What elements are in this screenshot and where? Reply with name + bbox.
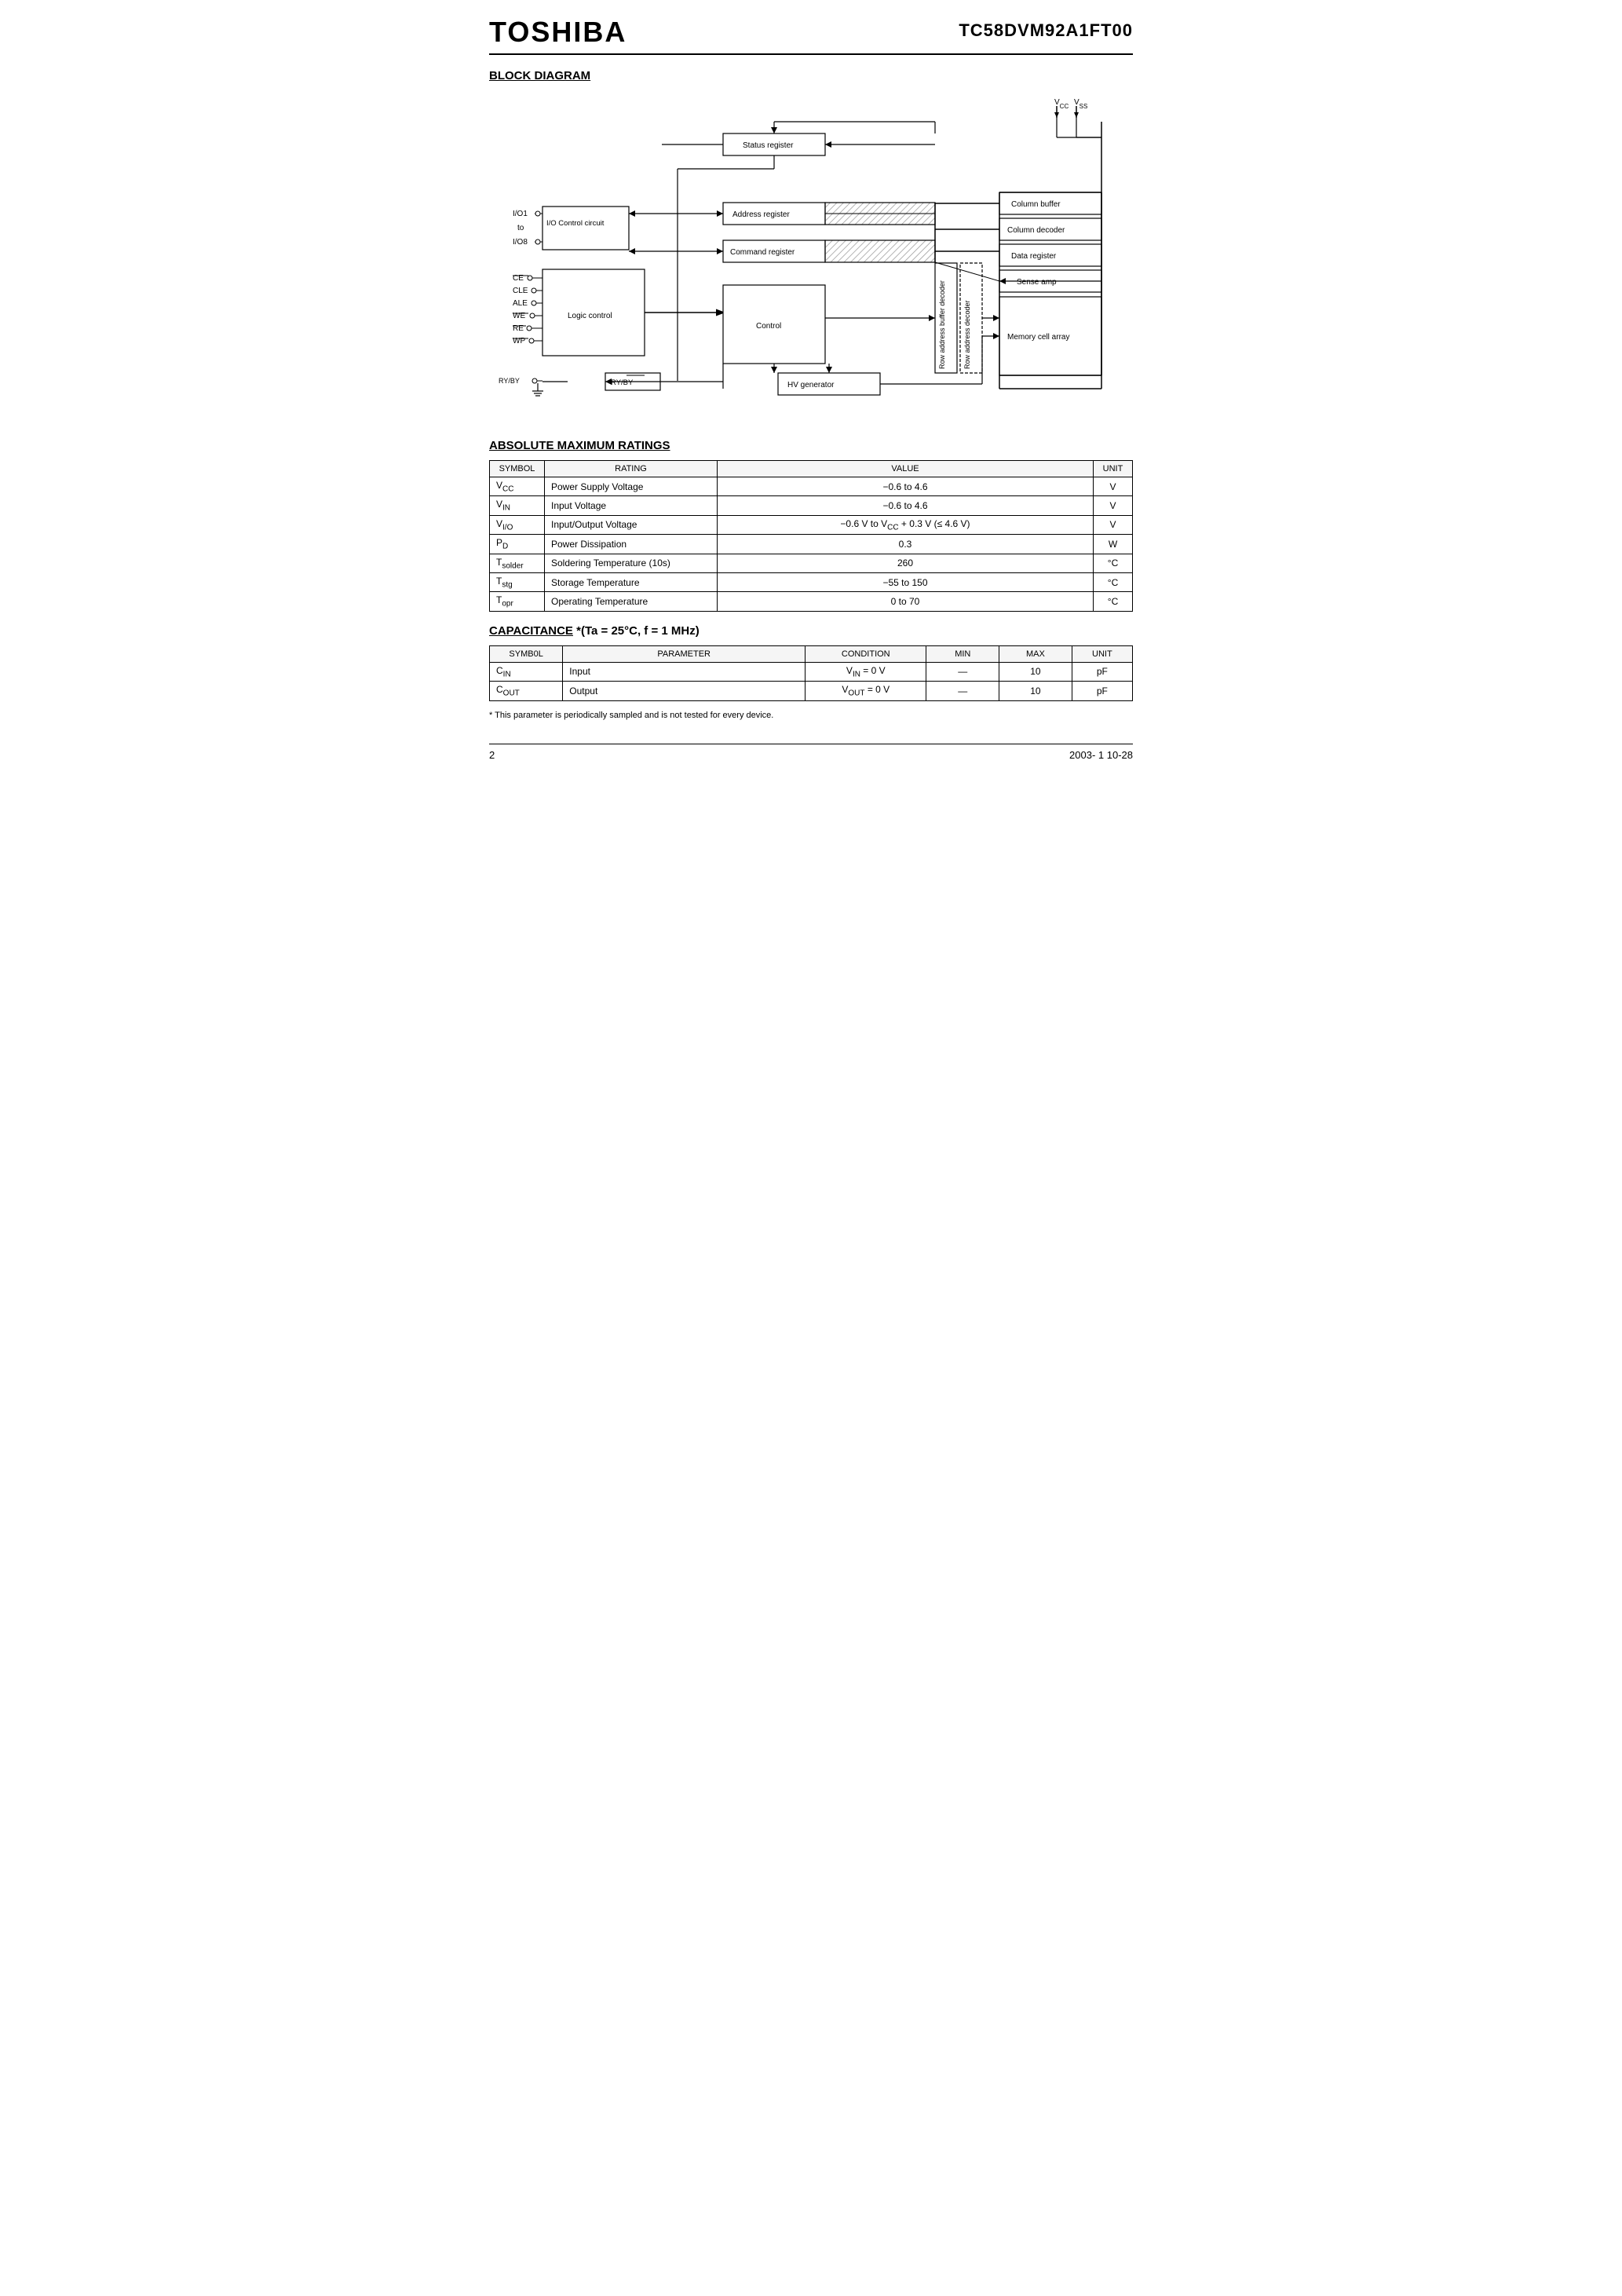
unit-vcc: V bbox=[1094, 477, 1133, 496]
cap-min-cin: — bbox=[926, 662, 999, 681]
table-row: VCC Power Supply Voltage −0.6 to 4.6 V bbox=[490, 477, 1133, 496]
rating-topr: Operating Temperature bbox=[545, 592, 718, 611]
svg-text:to: to bbox=[517, 224, 524, 232]
cap-unit-cout: pF bbox=[1072, 682, 1132, 700]
svg-text:Data register: Data register bbox=[1011, 252, 1057, 261]
rating-tsolder: Soldering Temperature (10s) bbox=[545, 554, 718, 572]
unit-tsolder: °C bbox=[1094, 554, 1133, 572]
company-logo: TOSHIBA bbox=[489, 16, 627, 49]
value-vio: −0.6 V to VCC + 0.3 V (≤ 4.6 V) bbox=[718, 515, 1094, 534]
table-row: Tsolder Soldering Temperature (10s) 260 … bbox=[490, 554, 1133, 572]
svg-text:Row address decoder: Row address decoder bbox=[963, 300, 971, 369]
col-unit: UNIT bbox=[1094, 461, 1133, 477]
svg-text:Memory cell array: Memory cell array bbox=[1007, 333, 1069, 342]
part-number: TC58DVM92A1FT00 bbox=[959, 16, 1133, 41]
svg-text:I/O1: I/O1 bbox=[513, 210, 528, 218]
unit-vin: V bbox=[1094, 496, 1133, 515]
svg-text:HV generator: HV generator bbox=[787, 381, 835, 389]
table-row: COUT Output VOUT = 0 V — 10 pF bbox=[490, 682, 1133, 700]
unit-pd: W bbox=[1094, 535, 1133, 554]
cap-max-cout: 10 bbox=[999, 682, 1072, 700]
svg-text:Control: Control bbox=[756, 322, 781, 331]
value-tsolder: 260 bbox=[718, 554, 1094, 572]
cap-condition: *(Ta = 25°C, f = 1 MHz) bbox=[576, 624, 700, 638]
cap-cond-cin: VIN = 0 V bbox=[806, 662, 926, 681]
cap-col-parameter: PARAMETER bbox=[563, 645, 806, 662]
svg-text:Column decoder: Column decoder bbox=[1007, 226, 1065, 235]
diagram-svg: VCC VSS I/O1 to I/O8 I/O Control circuit… bbox=[489, 90, 1133, 420]
cap-col-unit: UNIT bbox=[1072, 645, 1132, 662]
table-row: CIN Input VIN = 0 V — 10 pF bbox=[490, 662, 1133, 681]
col-rating: RATING bbox=[545, 461, 718, 477]
unit-vio: V bbox=[1094, 515, 1133, 534]
cap-col-min: MIN bbox=[926, 645, 999, 662]
table-row: Topr Operating Temperature 0 to 70 °C bbox=[490, 592, 1133, 611]
cap-title: CAPACITANCE *(Ta = 25°C, f = 1 MHz) bbox=[489, 624, 1133, 638]
symbol-vio: VI/O bbox=[490, 515, 545, 534]
footer-page-number: 2 bbox=[489, 749, 495, 761]
cap-col-condition: CONDITION bbox=[806, 645, 926, 662]
symbol-vcc: VCC bbox=[490, 477, 545, 496]
svg-text:ALE: ALE bbox=[513, 299, 528, 308]
col-symbol: SYMBOL bbox=[490, 461, 545, 477]
table-row: VIN Input Voltage −0.6 to 4.6 V bbox=[490, 496, 1133, 515]
svg-text:Row address buffer decoder: Row address buffer decoder bbox=[938, 280, 946, 369]
footer-date: 2003- 1 10-28 bbox=[1069, 749, 1133, 761]
symbol-vin: VIN bbox=[490, 496, 545, 515]
value-pd: 0.3 bbox=[718, 535, 1094, 554]
svg-text:CLE: CLE bbox=[513, 287, 528, 295]
cap-symbol-cout: COUT bbox=[490, 682, 563, 700]
table-row: VI/O Input/Output Voltage −0.6 V to VCC … bbox=[490, 515, 1133, 534]
value-vin: −0.6 to 4.6 bbox=[718, 496, 1094, 515]
symbol-tstg: Tstg bbox=[490, 572, 545, 591]
table-row: Tstg Storage Temperature −55 to 150 °C bbox=[490, 572, 1133, 591]
abs-max-table: SYMBOL RATING VALUE UNIT VCC Power Suppl… bbox=[489, 460, 1133, 612]
svg-text:Sense amp: Sense amp bbox=[1017, 278, 1057, 287]
rating-vin: Input Voltage bbox=[545, 496, 718, 515]
page-footer: 2 2003- 1 10-28 bbox=[489, 744, 1133, 761]
svg-text:Address register: Address register bbox=[732, 210, 790, 219]
value-vcc: −0.6 to 4.6 bbox=[718, 477, 1094, 496]
cap-param-cin: Input bbox=[563, 662, 806, 681]
svg-text:Status register: Status register bbox=[743, 141, 794, 150]
rating-tstg: Storage Temperature bbox=[545, 572, 718, 591]
col-value: VALUE bbox=[718, 461, 1094, 477]
svg-text:Column buffer: Column buffer bbox=[1011, 200, 1061, 209]
symbol-tsolder: Tsolder bbox=[490, 554, 545, 572]
rating-pd: Power Dissipation bbox=[545, 535, 718, 554]
footnote: * This parameter is periodically sampled… bbox=[489, 711, 1133, 720]
cap-param-cout: Output bbox=[563, 682, 806, 700]
cap-col-max: MAX bbox=[999, 645, 1072, 662]
rating-vio: Input/Output Voltage bbox=[545, 515, 718, 534]
value-tstg: −55 to 150 bbox=[718, 572, 1094, 591]
cap-word: CAPACITANCE bbox=[489, 624, 573, 638]
abs-max-title: ABSOLUTE MAXIMUM RATINGS bbox=[489, 439, 1133, 452]
svg-text:I/O Control circuit: I/O Control circuit bbox=[546, 219, 605, 228]
cap-col-symbol: SYMB0L bbox=[490, 645, 563, 662]
symbol-topr: Topr bbox=[490, 592, 545, 611]
cap-table: SYMB0L PARAMETER CONDITION MIN MAX UNIT … bbox=[489, 645, 1133, 701]
block-diagram-title: BLOCK DIAGRAM bbox=[489, 69, 1133, 82]
unit-tstg: °C bbox=[1094, 572, 1133, 591]
cap-min-cout: — bbox=[926, 682, 999, 700]
cap-cond-cout: VOUT = 0 V bbox=[806, 682, 926, 700]
block-diagram: VCC VSS I/O1 to I/O8 I/O Control circuit… bbox=[489, 90, 1133, 420]
rating-vcc: Power Supply Voltage bbox=[545, 477, 718, 496]
svg-text:I/O8: I/O8 bbox=[513, 238, 528, 247]
symbol-pd: PD bbox=[490, 535, 545, 554]
svg-text:RY/BY: RY/BY bbox=[611, 378, 634, 387]
page-header: TOSHIBA TC58DVM92A1FT00 bbox=[489, 16, 1133, 55]
svg-text:Command register: Command register bbox=[730, 248, 795, 257]
table-row: PD Power Dissipation 0.3 W bbox=[490, 535, 1133, 554]
value-topr: 0 to 70 bbox=[718, 592, 1094, 611]
cap-max-cin: 10 bbox=[999, 662, 1072, 681]
cap-unit-cin: pF bbox=[1072, 662, 1132, 681]
cap-symbol-cin: CIN bbox=[490, 662, 563, 681]
svg-text:Logic control: Logic control bbox=[568, 312, 612, 320]
unit-topr: °C bbox=[1094, 592, 1133, 611]
svg-text:RY/BY: RY/BY bbox=[499, 377, 520, 385]
